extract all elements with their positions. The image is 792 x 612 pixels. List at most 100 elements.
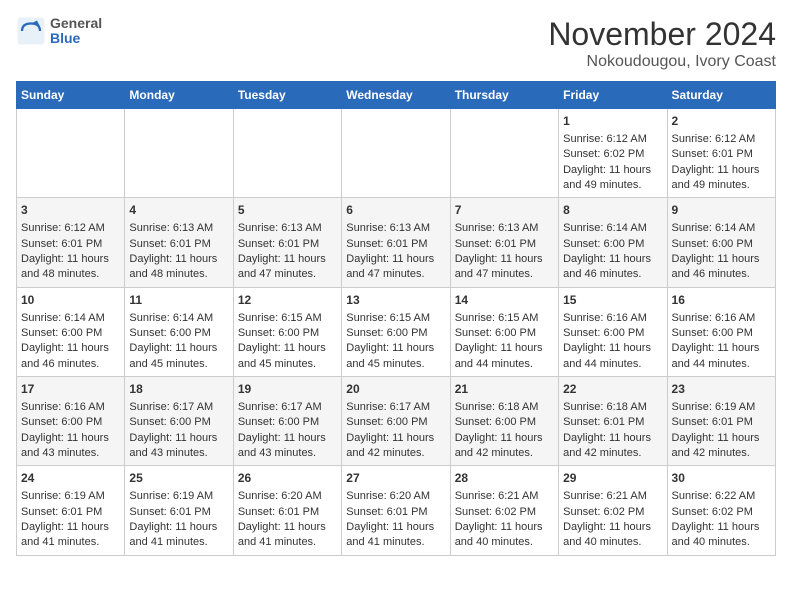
day-info: Sunrise: 6:15 AM Sunset: 6:00 PM Dayligh… <box>238 311 337 373</box>
calendar-subtitle: Nokoudougou, Ivory Coast <box>548 53 776 71</box>
day-number: 19 <box>238 381 337 398</box>
logo: General Blue <box>16 16 102 47</box>
day-info: Sunrise: 6:13 AM Sunset: 6:01 PM Dayligh… <box>346 221 445 283</box>
day-number: 5 <box>238 202 337 219</box>
day-number: 3 <box>21 202 120 219</box>
calendar-cell: 5 Sunrise: 6:13 AM Sunset: 6:01 PM Daylig… <box>233 198 341 287</box>
day-number: 15 <box>563 292 662 309</box>
calendar-cell <box>450 109 558 198</box>
calendar-table: SundayMondayTuesdayWednesdayThursdayFrid… <box>16 81 776 556</box>
calendar-cell: 8 Sunrise: 6:14 AM Sunset: 6:00 PM Daylig… <box>559 198 667 287</box>
calendar-cell <box>342 109 450 198</box>
day-number: 11 <box>129 292 228 309</box>
calendar-cell: 3 Sunrise: 6:12 AM Sunset: 6:01 PM Daylig… <box>17 198 125 287</box>
day-info: Sunrise: 6:14 AM Sunset: 6:00 PM Dayligh… <box>129 311 228 373</box>
logo-text: General Blue <box>50 16 102 47</box>
calendar-cell: 1 Sunrise: 6:12 AM Sunset: 6:02 PM Daylig… <box>559 109 667 198</box>
day-number: 6 <box>346 202 445 219</box>
day-number: 10 <box>21 292 120 309</box>
day-info: Sunrise: 6:21 AM Sunset: 6:02 PM Dayligh… <box>455 489 554 551</box>
calendar-cell: 18 Sunrise: 6:17 AM Sunset: 6:00 PM Dayli… <box>125 377 233 466</box>
calendar-cell: 19 Sunrise: 6:17 AM Sunset: 6:00 PM Dayli… <box>233 377 341 466</box>
day-number: 27 <box>346 470 445 487</box>
calendar-cell: 4 Sunrise: 6:13 AM Sunset: 6:01 PM Daylig… <box>125 198 233 287</box>
calendar-cell: 10Sunrise: 6:14 AM Sunset: 6:00 PM Dayli… <box>17 287 125 376</box>
day-number: 18 <box>129 381 228 398</box>
day-info: Sunrise: 6:16 AM Sunset: 6:00 PM Dayligh… <box>672 311 771 373</box>
day-number: 22 <box>563 381 662 398</box>
day-info: Sunrise: 6:20 AM Sunset: 6:01 PM Dayligh… <box>346 489 445 551</box>
day-info: Sunrise: 6:12 AM Sunset: 6:01 PM Dayligh… <box>672 132 771 194</box>
calendar-cell: 15Sunrise: 6:16 AM Sunset: 6:00 PM Dayli… <box>559 287 667 376</box>
day-number: 7 <box>455 202 554 219</box>
day-info: Sunrise: 6:17 AM Sunset: 6:00 PM Dayligh… <box>346 400 445 462</box>
day-number: 13 <box>346 292 445 309</box>
calendar-cell: 22 Sunrise: 6:18 AM Sunset: 6:01 PM Dayli… <box>559 377 667 466</box>
day-number: 1 <box>563 113 662 130</box>
day-info: Sunrise: 6:19 AM Sunset: 6:01 PM Dayligh… <box>129 489 228 551</box>
day-info: Sunrise: 6:12 AM Sunset: 6:01 PM Dayligh… <box>21 221 120 283</box>
calendar-cell: 9 Sunrise: 6:14 AM Sunset: 6:00 PM Daylig… <box>667 198 775 287</box>
day-info: Sunrise: 6:15 AM Sunset: 6:00 PM Dayligh… <box>455 311 554 373</box>
logo-line1: General <box>50 16 102 31</box>
weekday-header-wednesday: Wednesday <box>342 82 450 109</box>
weekday-header-row: SundayMondayTuesdayWednesdayThursdayFrid… <box>17 82 776 109</box>
day-info: Sunrise: 6:20 AM Sunset: 6:01 PM Dayligh… <box>238 489 337 551</box>
day-number: 29 <box>563 470 662 487</box>
day-number: 25 <box>129 470 228 487</box>
title-block: November 2024 Nokoudougou, Ivory Coast <box>548 16 776 71</box>
calendar-week-row: 3 Sunrise: 6:12 AM Sunset: 6:01 PM Daylig… <box>17 198 776 287</box>
calendar-cell <box>125 109 233 198</box>
day-info: Sunrise: 6:15 AM Sunset: 6:00 PM Dayligh… <box>346 311 445 373</box>
day-number: 20 <box>346 381 445 398</box>
calendar-cell <box>17 109 125 198</box>
calendar-week-row: 10 Sunrise: 6:14 AM Sunset: 6:00 PM Dayli… <box>17 287 776 376</box>
day-number: 16 <box>672 292 771 309</box>
calendar-week-row: 24Sunrise: 6:19 AM Sunset: 6:01 PM Dayli… <box>17 466 776 555</box>
day-number: 14 <box>455 292 554 309</box>
day-info: Sunrise: 6:16 AM Sunset: 6:00 PM Dayligh… <box>21 400 120 462</box>
calendar-cell: 25 Sunrise: 6:19 AM Sunset: 6:01 PM Dayli… <box>125 466 233 555</box>
weekday-header-saturday: Saturday <box>667 82 775 109</box>
day-number: 8 <box>563 202 662 219</box>
day-number: 28 <box>455 470 554 487</box>
day-number: 23 <box>672 381 771 398</box>
calendar-cell: 2 Sunrise: 6:12 AM Sunset: 6:01 PM Daylig… <box>667 109 775 198</box>
calendar-cell: 11 Sunrise: 6:14 AM Sunset: 6:00 PM Dayli… <box>125 287 233 376</box>
day-number: 4 <box>129 202 228 219</box>
logo-line2: Blue <box>50 31 102 46</box>
calendar-cell <box>233 109 341 198</box>
day-number: 9 <box>672 202 771 219</box>
calendar-cell: 14 Sunrise: 6:15 AM Sunset: 6:00 PM Dayli… <box>450 287 558 376</box>
calendar-title: November 2024 <box>548 16 776 53</box>
day-info: Sunrise: 6:14 AM Sunset: 6:00 PM Dayligh… <box>563 221 662 283</box>
day-info: Sunrise: 6:22 AM Sunset: 6:02 PM Dayligh… <box>672 489 771 551</box>
calendar-week-row: 1 Sunrise: 6:12 AM Sunset: 6:02 PM Daylig… <box>17 109 776 198</box>
calendar-cell: 17 Sunrise: 6:16 AM Sunset: 6:00 PM Dayli… <box>17 377 125 466</box>
day-info: Sunrise: 6:18 AM Sunset: 6:01 PM Dayligh… <box>563 400 662 462</box>
calendar-cell: 23 Sunrise: 6:19 AM Sunset: 6:01 PM Dayli… <box>667 377 775 466</box>
day-info: Sunrise: 6:17 AM Sunset: 6:00 PM Dayligh… <box>238 400 337 462</box>
weekday-header-friday: Friday <box>559 82 667 109</box>
logo-icon <box>16 16 46 46</box>
calendar-cell: 21Sunrise: 6:18 AM Sunset: 6:00 PM Dayli… <box>450 377 558 466</box>
calendar-cell: 27 Sunrise: 6:20 AM Sunset: 6:01 PM Dayli… <box>342 466 450 555</box>
calendar-week-row: 17 Sunrise: 6:16 AM Sunset: 6:00 PM Dayli… <box>17 377 776 466</box>
day-info: Sunrise: 6:13 AM Sunset: 6:01 PM Dayligh… <box>238 221 337 283</box>
day-info: Sunrise: 6:13 AM Sunset: 6:01 PM Dayligh… <box>129 221 228 283</box>
day-info: Sunrise: 6:17 AM Sunset: 6:00 PM Dayligh… <box>129 400 228 462</box>
calendar-cell: 12 Sunrise: 6:15 AM Sunset: 6:00 PM Dayli… <box>233 287 341 376</box>
weekday-header-thursday: Thursday <box>450 82 558 109</box>
day-number: 30 <box>672 470 771 487</box>
calendar-cell: 16 Sunrise: 6:16 AM Sunset: 6:00 PM Dayli… <box>667 287 775 376</box>
day-info: Sunrise: 6:12 AM Sunset: 6:02 PM Dayligh… <box>563 132 662 194</box>
day-info: Sunrise: 6:19 AM Sunset: 6:01 PM Dayligh… <box>672 400 771 462</box>
weekday-header-tuesday: Tuesday <box>233 82 341 109</box>
day-number: 17 <box>21 381 120 398</box>
day-info: Sunrise: 6:21 AM Sunset: 6:02 PM Dayligh… <box>563 489 662 551</box>
day-info: Sunrise: 6:14 AM Sunset: 6:00 PM Dayligh… <box>672 221 771 283</box>
calendar-cell: 13 Sunrise: 6:15 AM Sunset: 6:00 PM Dayli… <box>342 287 450 376</box>
day-number: 12 <box>238 292 337 309</box>
day-number: 2 <box>672 113 771 130</box>
day-number: 21 <box>455 381 554 398</box>
